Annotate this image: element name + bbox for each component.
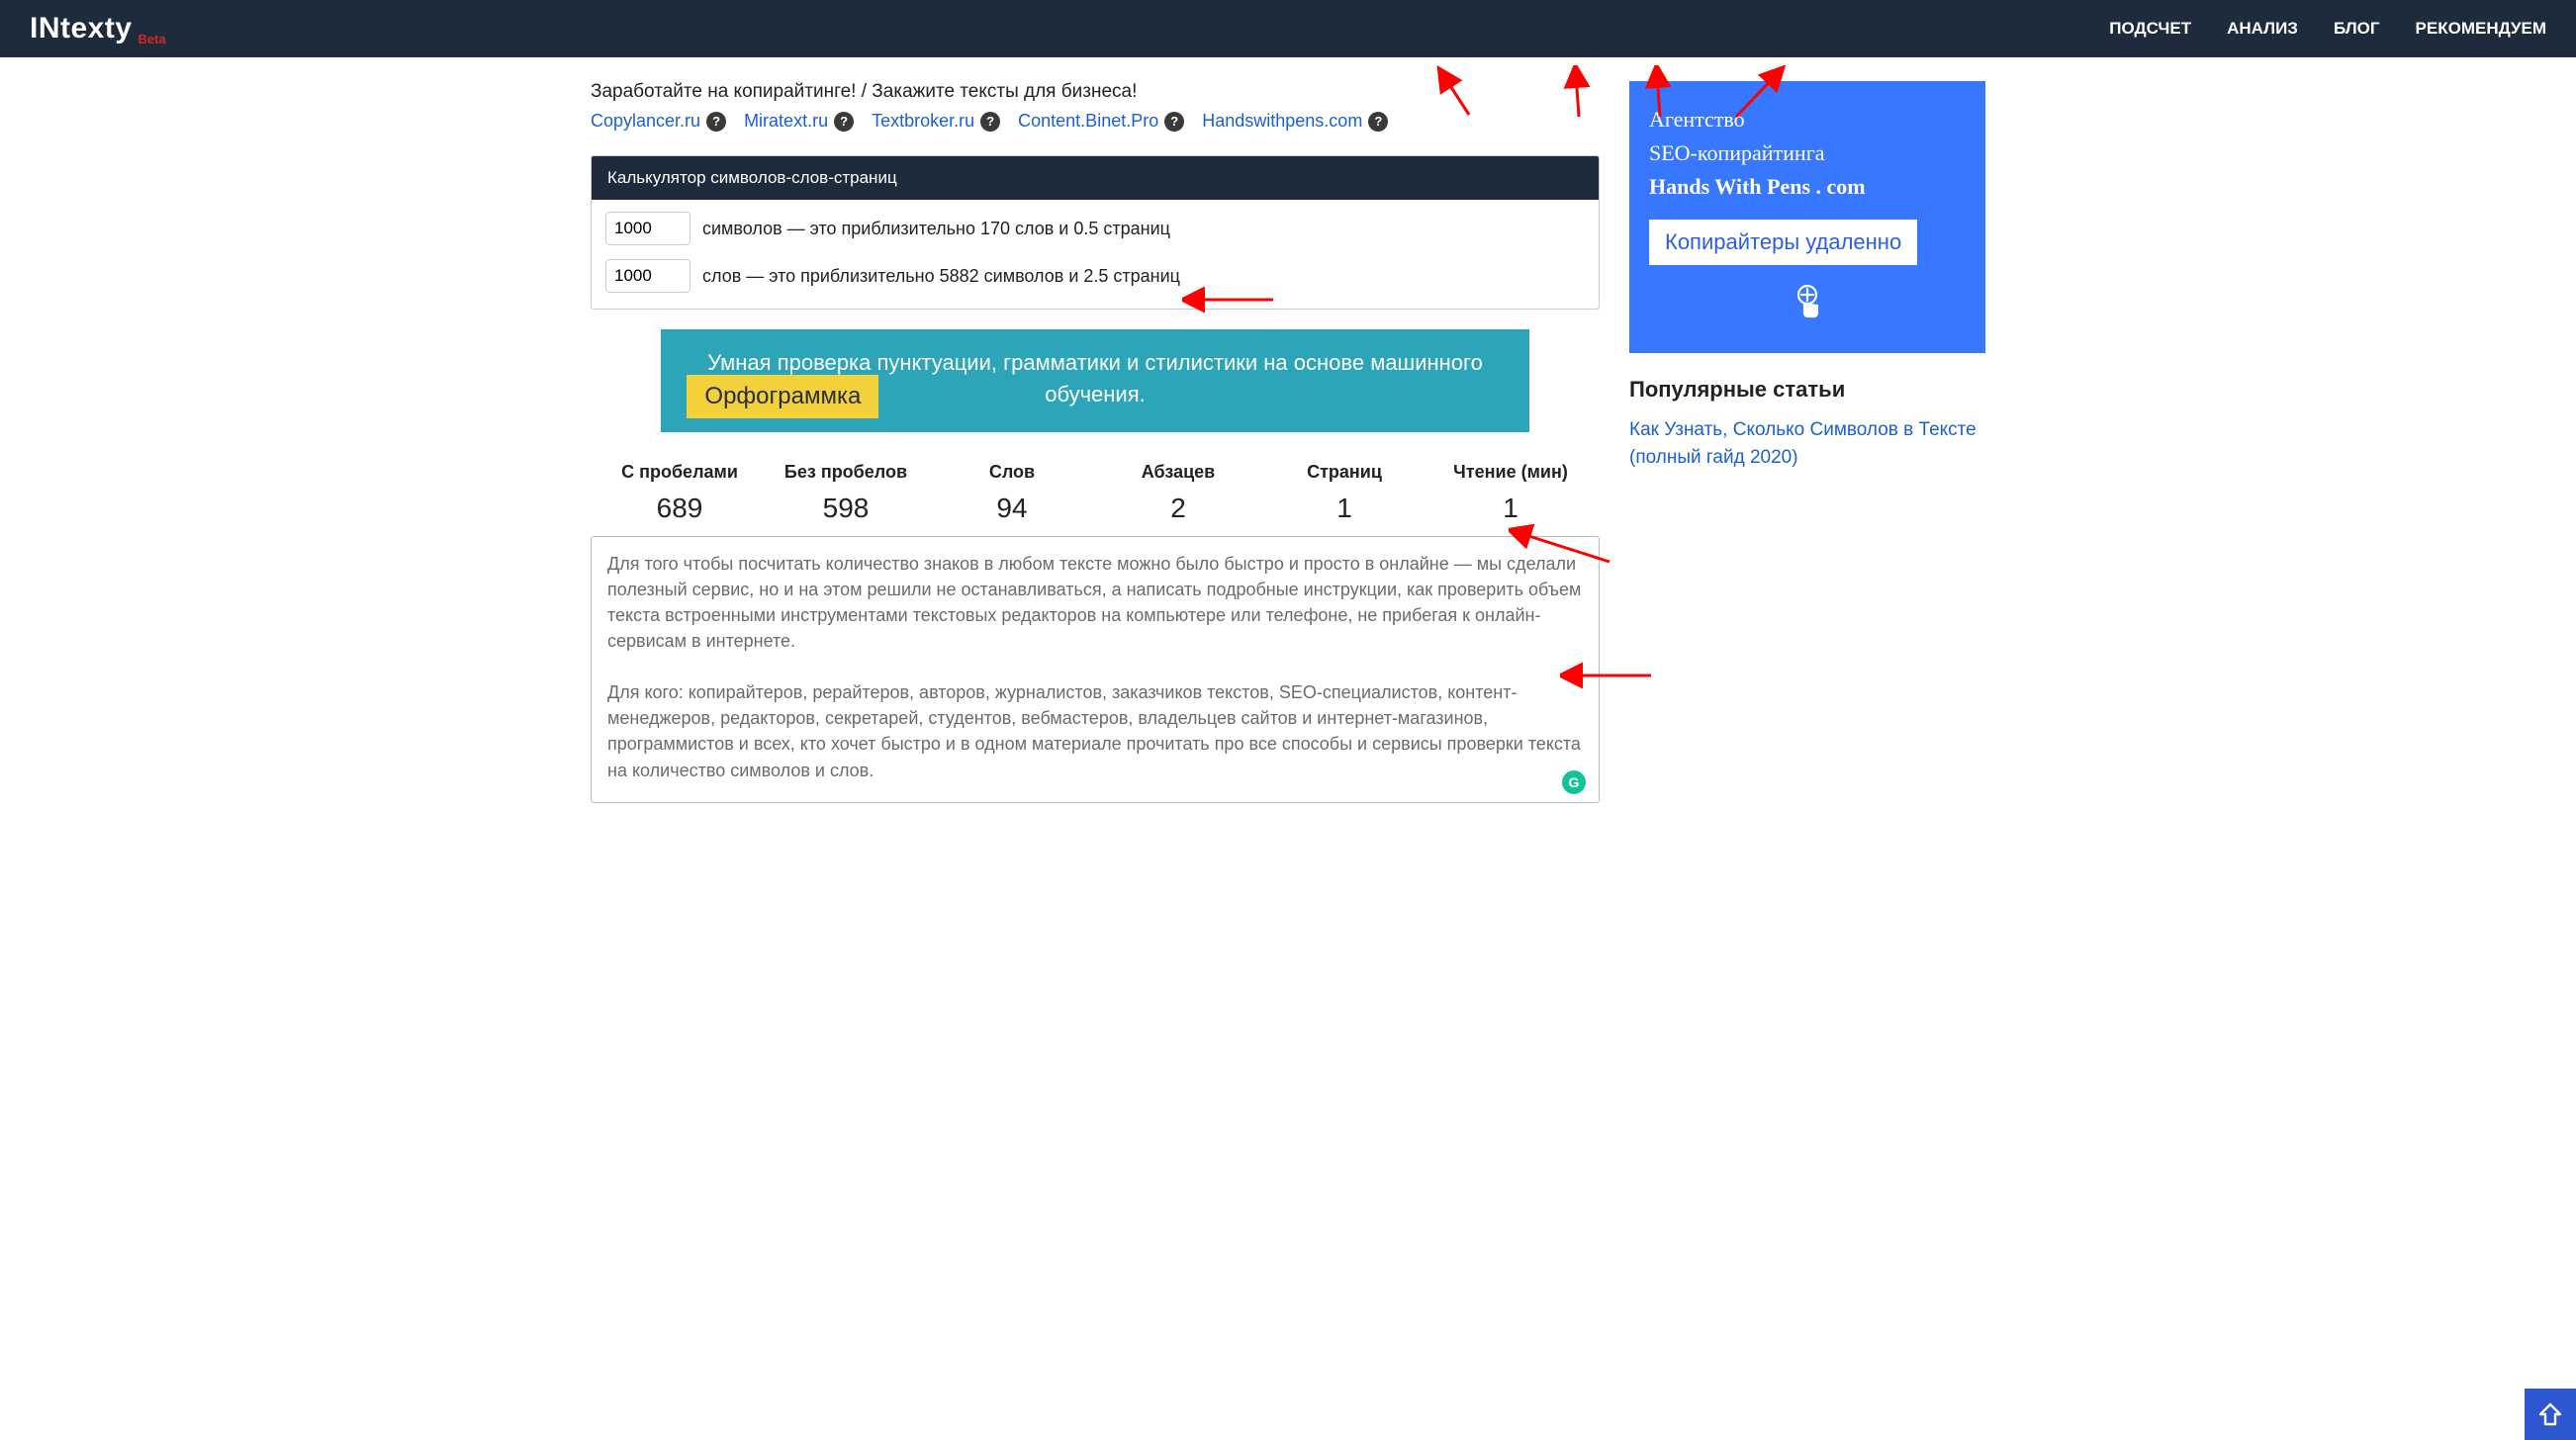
- promo-link-handswithpens[interactable]: Handswithpens.com?: [1202, 111, 1388, 132]
- promo-link-textbroker[interactable]: Textbroker.ru?: [872, 111, 1000, 132]
- chars-result: символов — это приблизительно 170 слов и…: [702, 219, 1170, 239]
- scroll-to-top-button[interactable]: [2525, 1389, 2576, 1440]
- logo-suffix: texty: [60, 12, 133, 45]
- stat-with-spaces: С пробелами689: [597, 462, 763, 524]
- help-icon[interactable]: ?: [1164, 112, 1184, 132]
- sidebar-banner-line3: Hands With Pens . com: [1649, 170, 1966, 204]
- banner-badge: Орфограммка: [687, 375, 878, 418]
- words-result: слов — это приблизительно 5882 символов …: [702, 266, 1180, 287]
- popular-article-link[interactable]: Как Узнать, Сколько Символов в Тексте (п…: [1629, 419, 1977, 468]
- arrow-up-icon: [2536, 1400, 2564, 1428]
- pointer-icon: [1649, 281, 1966, 327]
- chars-input[interactable]: [605, 212, 690, 245]
- sidebar-banner-button[interactable]: Копирайтеры удаленно: [1649, 220, 1917, 265]
- main-nav: ПОДСЧЕТ АНАЛИЗ БЛОГ РЕКОМЕНДУЕМ: [2109, 19, 2546, 39]
- nav-recommend[interactable]: РЕКОМЕНДУЕМ: [2416, 19, 2546, 39]
- calc-row-chars: символов — это приблизительно 170 слов и…: [605, 212, 1585, 245]
- orfogrammka-banner[interactable]: Умная проверка пунктуации, грамматики и …: [661, 329, 1528, 432]
- calculator-card: Калькулятор символов-слов-страниц символ…: [591, 155, 1600, 310]
- stat-words: Слов94: [929, 462, 1095, 524]
- words-input[interactable]: [605, 259, 690, 293]
- main-textarea[interactable]: [591, 536, 1600, 803]
- help-icon[interactable]: ?: [834, 112, 854, 132]
- stat-pages: Страниц1: [1261, 462, 1427, 524]
- logo-prefix: IN: [30, 12, 60, 45]
- sidebar-banner-line2: SEO-копирайтинга: [1649, 136, 1966, 170]
- stat-read-time: Чтение (мин)1: [1427, 462, 1594, 524]
- beta-badge: Beta: [138, 32, 166, 46]
- promo-link-miratext[interactable]: Miratext.ru?: [744, 111, 854, 132]
- grammarly-icon[interactable]: G: [1562, 770, 1586, 794]
- calc-row-words: слов — это приблизительно 5882 символов …: [605, 259, 1585, 293]
- stat-paragraphs: Абзацев2: [1095, 462, 1261, 524]
- nav-analysis[interactable]: АНАЛИЗ: [2227, 19, 2298, 39]
- stats-row: С пробелами689 Без пробелов598 Слов94 Аб…: [591, 462, 1600, 524]
- nav-blog[interactable]: БЛОГ: [2334, 19, 2380, 39]
- logo[interactable]: INtexty: [30, 12, 133, 45]
- help-icon[interactable]: ?: [1368, 112, 1388, 132]
- promo-link-contentbinet[interactable]: Content.Binet.Pro?: [1018, 111, 1184, 132]
- promo-link-copylancer[interactable]: Copylancer.ru?: [591, 111, 726, 132]
- promo-links: Copylancer.ru? Miratext.ru? Textbroker.r…: [591, 111, 1600, 132]
- help-icon[interactable]: ?: [706, 112, 726, 132]
- sidebar-banner[interactable]: Агентство SEO-копирайтинга Hands With Pe…: [1629, 81, 1985, 353]
- nav-count[interactable]: ПОДСЧЕТ: [2109, 19, 2191, 39]
- popular-articles-title: Популярные статьи: [1629, 377, 1985, 403]
- promo-headline: Заработайте на копирайтинге! / Закажите …: [591, 81, 1600, 103]
- calculator-title: Калькулятор символов-слов-страниц: [592, 156, 1599, 200]
- stat-without-spaces: Без пробелов598: [763, 462, 929, 524]
- sidebar-banner-line1: Агентство: [1649, 103, 1966, 136]
- header: INtexty Beta ПОДСЧЕТ АНАЛИЗ БЛОГ РЕКОМЕН…: [0, 0, 2576, 57]
- help-icon[interactable]: ?: [980, 112, 1000, 132]
